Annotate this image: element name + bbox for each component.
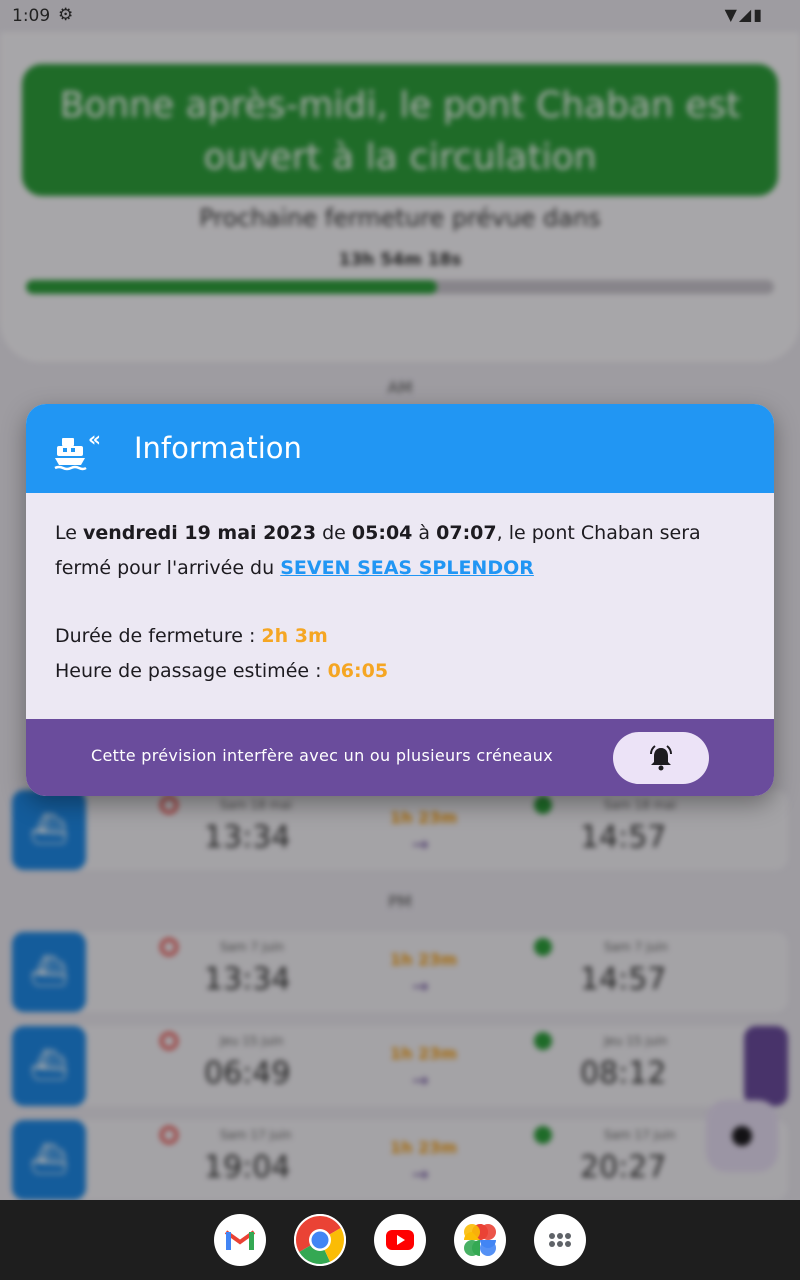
dialog-header: « Information <box>26 404 774 493</box>
closure-date: vendredi 19 mai 2023 <box>82 522 317 544</box>
settings-gear-icon: ⚙ <box>58 5 74 25</box>
text-a: à <box>412 522 437 544</box>
dialog-body: Le vendredi 19 mai 2023 de 05:04 à 07:07… <box>55 516 745 689</box>
passage-value: 06:05 <box>327 660 389 682</box>
system-icons: ▼◢▮ <box>725 5 764 24</box>
signal-icon: ◢ <box>738 5 754 24</box>
text-prefix: Le <box>55 522 83 544</box>
closure-end-time: 07:07 <box>436 522 497 544</box>
svg-text:«: « <box>88 432 101 451</box>
status-time: 1:09 <box>12 6 51 26</box>
bell-ringing-icon <box>650 745 672 771</box>
wifi-icon: ▼ <box>724 5 739 24</box>
duration-value: 2h 3m <box>261 625 328 647</box>
closure-duration-line: Durée de fermeture : 2h 3m <box>55 619 745 654</box>
youtube-icon[interactable] <box>374 1214 426 1266</box>
conflict-warning-text: Cette prévision interfère avec un ou plu… <box>91 746 553 765</box>
ship-arrival-icon: « <box>54 432 101 471</box>
passage-time-line: Heure de passage estimée : 06:05 <box>55 654 745 689</box>
alarm-bell-button[interactable] <box>613 732 709 784</box>
taskbar <box>0 1200 800 1280</box>
information-dialog: « Information Le vendredi 19 mai 2023 de… <box>26 404 774 796</box>
battery-icon: ▮ <box>753 5 764 24</box>
dialog-footer: Cette prévision interfère avec un ou plu… <box>26 719 774 796</box>
photos-icon[interactable] <box>454 1214 506 1266</box>
duration-label: Durée de fermeture : <box>55 625 262 647</box>
text-de: de <box>316 522 352 544</box>
closure-start-time: 05:04 <box>351 522 413 544</box>
dialog-title: Information <box>134 431 302 465</box>
passage-label: Heure de passage estimée : <box>55 660 328 682</box>
app-drawer-icon[interactable] <box>534 1214 586 1266</box>
ship-name-link[interactable]: SEVEN SEAS SPLENDOR <box>280 557 534 579</box>
closure-description: Le vendredi 19 mai 2023 de 05:04 à 07:07… <box>55 516 745 586</box>
chrome-icon[interactable] <box>294 1214 346 1266</box>
status-bar: 1:09 ⚙ ▼◢▮ <box>0 0 800 32</box>
gmail-icon[interactable] <box>214 1214 266 1266</box>
